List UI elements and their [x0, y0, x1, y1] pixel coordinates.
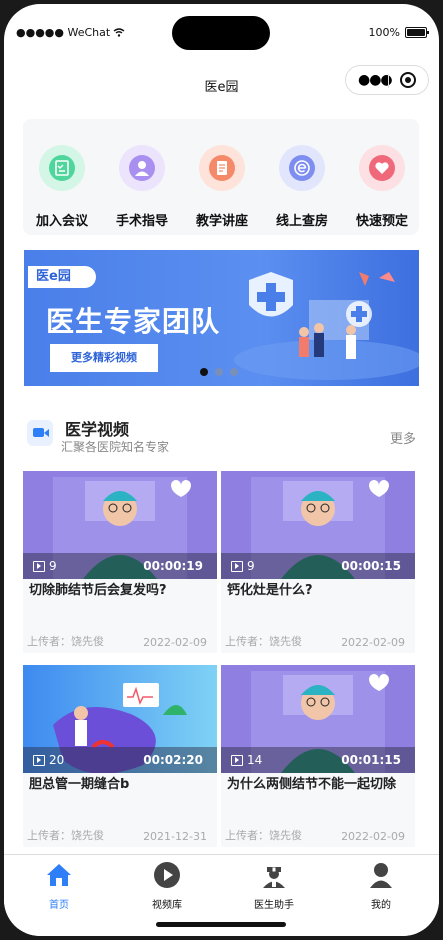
video-thumbnail: 20 00:02:20 — [23, 665, 217, 773]
video-title: 为什么两侧结节不能一起切除 — [227, 777, 397, 792]
wifi-icon — [113, 28, 125, 37]
play-icon — [33, 754, 45, 766]
section-subtitle: 汇聚各医院知名专家 — [61, 440, 170, 454]
quick-action-label: 加入会议 — [35, 214, 88, 229]
banner-tag: 医e园 — [28, 266, 96, 288]
video-uploader: 上传者：饶先俊 — [27, 829, 104, 842]
e-icon — [279, 145, 325, 191]
pagination-dot[interactable] — [215, 368, 223, 376]
video-duration: 00:00:19 — [143, 559, 203, 573]
quick-action-join-meeting[interactable]: 加入会议 — [27, 145, 97, 229]
quick-actions-panel: 加入会议 手术指导 教学讲座 线上查房 快速预定 — [23, 119, 419, 235]
video-duration: 00:00:15 — [341, 559, 401, 573]
quick-action-lecture[interactable]: 教学讲座 — [187, 145, 257, 229]
tab-label: 医生助手 — [254, 900, 294, 911]
tab-profile[interactable]: 我的 — [346, 861, 416, 911]
tab-label: 视频库 — [152, 900, 182, 911]
carrier-label: ●●●●● WeChat — [16, 26, 111, 39]
video-duration: 00:02:20 — [143, 753, 203, 767]
video-card[interactable]: 20 00:02:20 胆总管一期缝合b 上传者：饶先俊 2021-12-31 — [23, 665, 217, 847]
play-icon — [33, 560, 45, 572]
video-duration: 00:01:15 — [341, 753, 401, 767]
banner-title: 医生专家团队 — [46, 305, 221, 338]
play-count: 14 — [231, 753, 262, 767]
video-uploader: 上传者：饶先俊 — [225, 635, 302, 648]
capsule-divider — [388, 74, 389, 88]
battery-icon — [405, 27, 429, 38]
battery-label: 100% — [368, 26, 400, 39]
doctor-icon — [119, 145, 165, 191]
pagination-dot[interactable] — [200, 368, 208, 376]
play-count-value: 9 — [49, 559, 57, 573]
tab-label: 我的 — [371, 900, 391, 911]
play-count: 20 — [33, 753, 64, 767]
medical-videos-header: 医学视频 汇聚各医院知名专家 更多 — [23, 412, 420, 458]
video-card[interactable]: 14 00:01:15 为什么两侧结节不能一起切除 上传者：饶先俊 2022-0… — [221, 665, 415, 847]
home-icon — [47, 864, 71, 886]
play-count: 9 — [33, 559, 57, 573]
section-title: 医学视频 — [65, 420, 130, 439]
video-camera-icon — [27, 420, 53, 446]
video-title: 胆总管一期缝合b — [29, 777, 130, 792]
quick-action-label: 教学讲座 — [195, 214, 248, 229]
video-title: 切除肺结节后会复发吗? — [29, 583, 167, 598]
video-date: 2021-12-31 — [143, 830, 207, 843]
play-count-value: 14 — [247, 753, 263, 767]
close-target-icon[interactable] — [400, 72, 416, 88]
play-icon — [231, 754, 243, 766]
quick-action-online-rounds[interactable]: 线上查房 — [267, 145, 337, 229]
user-icon — [370, 863, 392, 888]
banner-pagination — [200, 368, 238, 376]
video-thumbnail: 9 00:00:19 — [23, 471, 217, 579]
video-card[interactable]: 9 00:00:15 钙化灶是什么? 上传者：饶先俊 2022-02-09 — [221, 471, 415, 653]
banner-more-videos-button[interactable]: 更多精彩视频 — [50, 344, 158, 372]
video-date: 2022-02-09 — [143, 636, 207, 649]
status-bar: ●●●●● WeChat 100% — [16, 26, 429, 40]
tab-doctor-assistant[interactable]: 医生助手 — [239, 861, 309, 911]
video-date: 2022-02-09 — [341, 830, 405, 843]
quick-action-label: 手术指导 — [115, 214, 168, 229]
video-title: 钙化灶是什么? — [227, 583, 313, 598]
play-icon — [231, 560, 243, 572]
phone-screen: ●●●●● WeChat 100% 医e园 ●●● 加入会议 手术指导 教学讲座… — [4, 4, 439, 936]
doctor-assistant-icon — [263, 867, 285, 888]
play-circle-icon — [154, 862, 180, 888]
tab-video-library[interactable]: 视频库 — [132, 861, 202, 911]
tab-home[interactable]: 首页 — [24, 861, 94, 911]
quick-action-quick-booking[interactable]: 快速预定 — [347, 145, 417, 229]
play-count: 9 — [231, 559, 255, 573]
quick-action-label: 线上查房 — [275, 214, 328, 229]
promo-banner[interactable]: 医e园 医生专家团队 更多精彩视频 — [24, 250, 419, 386]
nav-bar: 医e园 ●●● — [4, 62, 439, 106]
pagination-dot[interactable] — [230, 368, 238, 376]
video-uploader: 上传者：饶先俊 — [225, 829, 302, 842]
heart-icon — [359, 145, 405, 191]
video-thumbnail: 14 00:01:15 — [221, 665, 415, 773]
quick-action-surgery-guide[interactable]: 手术指导 — [107, 145, 177, 229]
video-thumbnail: 9 00:00:15 — [221, 471, 415, 579]
more-videos-link[interactable]: 更多 — [390, 428, 416, 447]
checklist-icon — [39, 145, 85, 191]
tab-label: 首页 — [49, 900, 69, 911]
video-uploader: 上传者：饶先俊 — [27, 635, 104, 648]
play-count-value: 20 — [49, 753, 65, 767]
more-options-icon[interactable]: ●●● — [358, 72, 393, 88]
video-date: 2022-02-09 — [341, 636, 405, 649]
video-card[interactable]: 9 00:00:19 切除肺结节后会复发吗? 上传者：饶先俊 2022-02-0… — [23, 471, 217, 653]
document-icon — [199, 145, 245, 191]
play-count-value: 9 — [247, 559, 255, 573]
quick-action-label: 快速预定 — [355, 214, 408, 229]
mini-program-capsule: ●●● — [345, 65, 429, 95]
home-indicator — [156, 922, 286, 927]
medical-team-illustration — [234, 272, 419, 380]
